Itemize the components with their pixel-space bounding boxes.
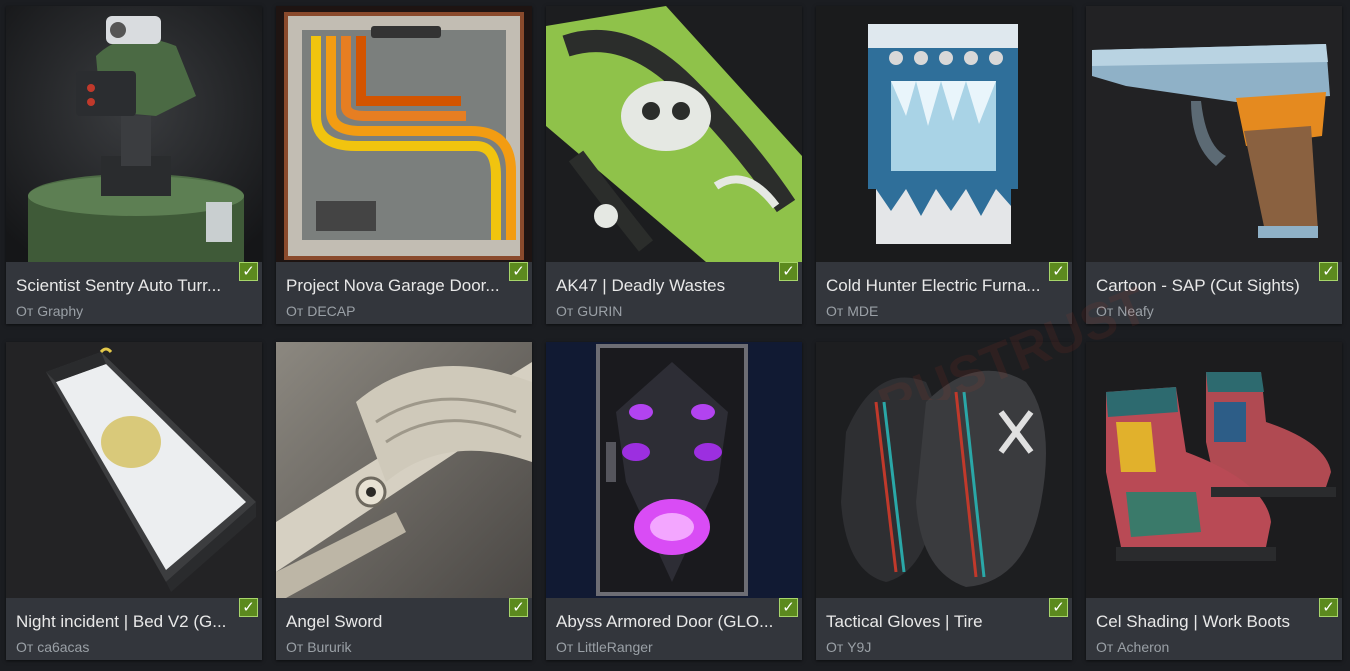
item-author[interactable]: От GURIN xyxy=(556,303,792,320)
sword-image[interactable] xyxy=(276,342,532,598)
workshop-item-grid: Scientist Sentry Auto Turr... От Graphy … xyxy=(0,0,1350,671)
author-prefix: От xyxy=(1096,303,1114,319)
gloves-image[interactable] xyxy=(816,342,1072,598)
item-author[interactable]: От са6асаs xyxy=(16,639,252,656)
author-name[interactable]: DECAP xyxy=(307,303,355,319)
item-author[interactable]: От DECAP xyxy=(286,303,522,320)
approved-check-icon: ✓ xyxy=(1319,262,1338,281)
author-prefix: От xyxy=(286,639,304,655)
author-prefix: От xyxy=(556,639,574,655)
approved-check-icon: ✓ xyxy=(509,262,528,281)
item-author[interactable]: От Graphy xyxy=(16,303,252,320)
author-prefix: От xyxy=(826,639,844,655)
author-name[interactable]: MDE xyxy=(847,303,878,319)
item-author[interactable]: От Acheron xyxy=(1096,639,1332,656)
item-info: AK47 | Deadly Wastes От GURIN xyxy=(546,262,802,324)
item-title[interactable]: Tactical Gloves | Tire xyxy=(826,612,1058,632)
approved-check-icon: ✓ xyxy=(239,598,258,617)
author-prefix: От xyxy=(16,303,34,319)
item-title[interactable]: Cold Hunter Electric Furna... xyxy=(826,276,1058,296)
workshop-item-card[interactable]: Cold Hunter Electric Furna... От MDE ✓ xyxy=(816,6,1072,324)
item-author[interactable]: От Y9J xyxy=(826,639,1062,656)
item-author[interactable]: От Neafy xyxy=(1096,303,1332,320)
ak47-rifle-image[interactable] xyxy=(546,6,802,262)
workshop-item-card[interactable]: Tactical Gloves | Tire От Y9J ✓ xyxy=(816,342,1072,660)
workshop-item-card[interactable]: AK47 | Deadly Wastes От GURIN ✓ xyxy=(546,6,802,324)
item-info: Abyss Armored Door (GLO... От LittleRang… xyxy=(546,598,802,660)
item-title[interactable]: Project Nova Garage Door... xyxy=(286,276,518,296)
workshop-item-card[interactable]: Scientist Sentry Auto Turr... От Graphy … xyxy=(6,6,262,324)
workshop-item-card[interactable]: Cel Shading | Work Boots От Acheron ✓ xyxy=(1086,342,1342,660)
author-name[interactable]: Neafy xyxy=(1117,303,1154,319)
workshop-item-card[interactable]: Project Nova Garage Door... От DECAP ✓ xyxy=(276,6,532,324)
item-title[interactable]: AK47 | Deadly Wastes xyxy=(556,276,788,296)
author-name[interactable]: LittleRanger xyxy=(577,639,653,655)
item-author[interactable]: От Bururik xyxy=(286,639,522,656)
approved-check-icon: ✓ xyxy=(1049,598,1068,617)
boots-image[interactable] xyxy=(1086,342,1342,598)
item-author[interactable]: От LittleRanger xyxy=(556,639,792,656)
electric-furnace-image[interactable] xyxy=(816,6,1072,262)
workshop-item-card[interactable]: Angel Sword От Bururik ✓ xyxy=(276,342,532,660)
sentry-turret-image[interactable] xyxy=(6,6,262,262)
author-prefix: От xyxy=(16,639,34,655)
bed-image[interactable] xyxy=(6,342,262,598)
garage-door-image[interactable] xyxy=(276,6,532,262)
item-info: Night incident | Bed V2 (G... От са6асаs xyxy=(6,598,262,660)
workshop-item-card[interactable]: Cartoon - SAP (Cut Sights) От Neafy ✓ xyxy=(1086,6,1342,324)
item-info: Tactical Gloves | Tire От Y9J xyxy=(816,598,1072,660)
workshop-item-card[interactable]: Night incident | Bed V2 (G... От са6асаs… xyxy=(6,342,262,660)
approved-check-icon: ✓ xyxy=(1049,262,1068,281)
author-name[interactable]: Graphy xyxy=(37,303,83,319)
approved-check-icon: ✓ xyxy=(1319,598,1338,617)
armored-door-image[interactable] xyxy=(546,342,802,598)
approved-check-icon: ✓ xyxy=(509,598,528,617)
item-title[interactable]: Cel Shading | Work Boots xyxy=(1096,612,1328,632)
pistol-image[interactable] xyxy=(1086,6,1342,262)
item-title[interactable]: Abyss Armored Door (GLO... xyxy=(556,612,788,632)
author-name[interactable]: GURIN xyxy=(577,303,622,319)
author-name[interactable]: Bururik xyxy=(307,639,351,655)
item-title[interactable]: Cartoon - SAP (Cut Sights) xyxy=(1096,276,1328,296)
item-info: Cold Hunter Electric Furna... От MDE xyxy=(816,262,1072,324)
item-info: Cel Shading | Work Boots От Acheron xyxy=(1086,598,1342,660)
author-prefix: От xyxy=(286,303,304,319)
author-name[interactable]: Acheron xyxy=(1117,639,1169,655)
author-name[interactable]: са6асаs xyxy=(37,639,89,655)
item-author[interactable]: От MDE xyxy=(826,303,1062,320)
workshop-item-card[interactable]: Abyss Armored Door (GLO... От LittleRang… xyxy=(546,342,802,660)
item-info: Scientist Sentry Auto Turr... От Graphy xyxy=(6,262,262,324)
item-title[interactable]: Scientist Sentry Auto Turr... xyxy=(16,276,248,296)
item-info: Cartoon - SAP (Cut Sights) От Neafy xyxy=(1086,262,1342,324)
author-prefix: От xyxy=(826,303,844,319)
item-title[interactable]: Angel Sword xyxy=(286,612,518,632)
approved-check-icon: ✓ xyxy=(239,262,258,281)
author-prefix: От xyxy=(556,303,574,319)
approved-check-icon: ✓ xyxy=(779,598,798,617)
item-info: Project Nova Garage Door... От DECAP xyxy=(276,262,532,324)
approved-check-icon: ✓ xyxy=(779,262,798,281)
author-prefix: От xyxy=(1096,639,1114,655)
author-name[interactable]: Y9J xyxy=(847,639,871,655)
item-info: Angel Sword От Bururik xyxy=(276,598,532,660)
item-title[interactable]: Night incident | Bed V2 (G... xyxy=(16,612,248,632)
